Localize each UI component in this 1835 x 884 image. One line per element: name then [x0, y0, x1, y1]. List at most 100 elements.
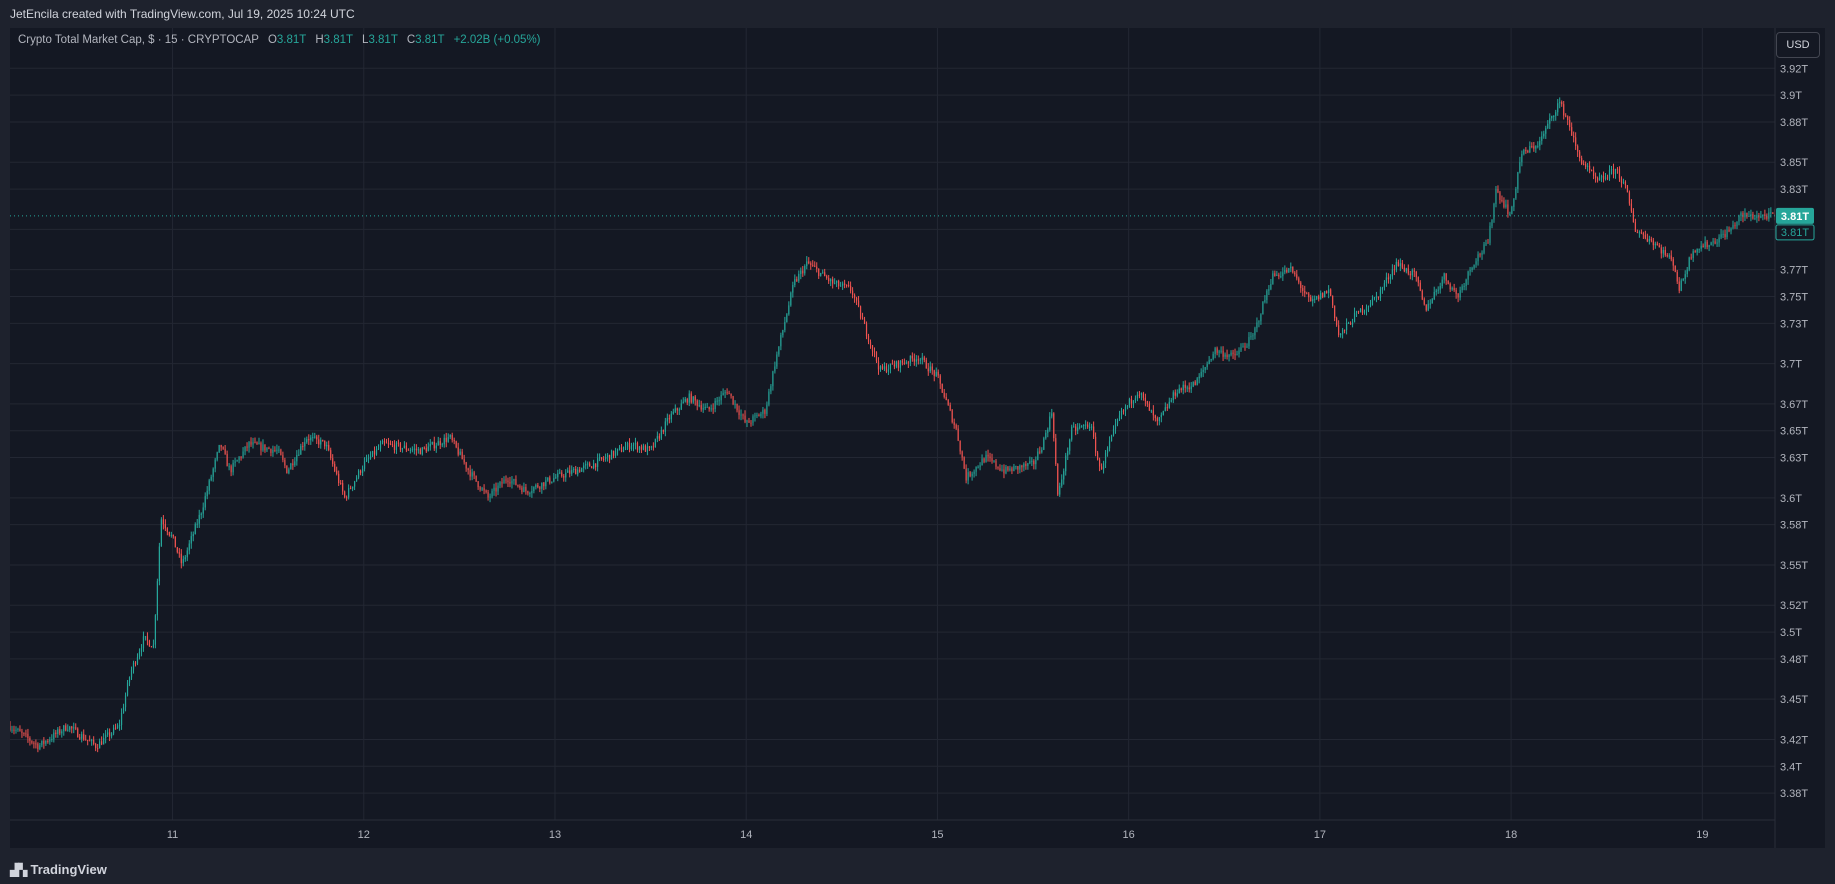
candle-body: [1246, 346, 1248, 348]
candle-body: [1324, 291, 1326, 298]
candle-body: [69, 726, 71, 730]
candle-body: [475, 475, 477, 482]
candle-body: [294, 461, 296, 466]
currency-button[interactable]: USD: [1776, 32, 1820, 58]
candle-body: [1172, 392, 1174, 401]
candle-body: [1772, 212, 1774, 214]
candle-body: [1059, 485, 1061, 495]
candle-body: [49, 739, 51, 742]
candle-body: [1513, 198, 1515, 207]
candle-body: [407, 449, 409, 451]
candle-body: [939, 375, 941, 384]
candle-body: [198, 514, 200, 524]
candle-body: [656, 436, 658, 439]
candle-body: [1748, 215, 1750, 217]
candle-body: [704, 406, 706, 409]
candle-body: [1658, 245, 1660, 248]
candle-body: [79, 737, 81, 739]
candlestick-chart[interactable]: 3.92T3.9T3.88T3.85T3.83T3.8T3.77T3.75T3.…: [10, 28, 1825, 848]
candle-body: [642, 445, 645, 450]
candle-body: [415, 448, 417, 451]
candle-body: [949, 404, 951, 411]
candle-body: [738, 410, 740, 415]
candle-body: [274, 449, 276, 451]
candle-body: [15, 729, 17, 731]
candle-body: [1053, 413, 1055, 439]
candle-body: [768, 391, 770, 405]
x-tick-label: 11: [167, 829, 178, 841]
candle-body: [1150, 410, 1152, 412]
candle-body: [523, 487, 525, 492]
candle-body: [1610, 169, 1613, 171]
chart-frame[interactable]: 3.92T3.9T3.88T3.85T3.83T3.8T3.77T3.75T3.…: [10, 28, 1825, 848]
candle-body: [728, 393, 730, 395]
y-tick-label: 3.7T: [1780, 359, 1802, 371]
candle-body: [1234, 353, 1236, 356]
candle-body: [134, 662, 137, 664]
candle-body: [867, 335, 870, 342]
candle-body: [77, 728, 79, 738]
candle-body: [714, 400, 716, 410]
candle-body: [507, 480, 509, 483]
candle-body: [1439, 286, 1441, 290]
y-tick-label: 3.52T: [1780, 600, 1808, 612]
candle-body: [955, 424, 957, 429]
candle-body: [680, 403, 682, 410]
candle-body: [1316, 296, 1318, 299]
candle-body: [772, 371, 774, 387]
candle-body: [124, 695, 127, 708]
candle-body: [67, 729, 69, 731]
candle-body: [668, 418, 670, 420]
candle-body: [491, 490, 493, 497]
candle-body: [1662, 249, 1664, 254]
candle-body: [696, 400, 698, 406]
candle-body: [871, 345, 874, 352]
candle-body: [965, 468, 967, 481]
candle-body: [1065, 455, 1067, 472]
candle-body: [606, 454, 609, 458]
candle-body: [1770, 212, 1772, 214]
candle-body: [45, 741, 47, 744]
candle-body: [1186, 387, 1188, 389]
candle-body: [533, 487, 535, 492]
candle-body: [814, 265, 816, 267]
candle-body: [204, 496, 206, 508]
candle-body: [1142, 393, 1145, 398]
candle-body: [144, 636, 147, 638]
candle-body: [1343, 329, 1346, 331]
candle-body: [780, 335, 782, 347]
footer-brand[interactable]: ▟▚ TradingView: [10, 862, 107, 877]
candle-body: [1545, 128, 1547, 134]
candle-body: [1041, 449, 1043, 453]
candle-body: [830, 279, 832, 282]
candle-body: [499, 482, 501, 486]
candle-body: [662, 430, 664, 432]
candle-body: [1385, 277, 1388, 284]
candle-body: [1029, 461, 1031, 464]
candle-body: [1017, 466, 1019, 470]
candle-body: [1345, 323, 1348, 330]
candle-body: [1248, 337, 1250, 347]
candle-body: [985, 454, 987, 462]
y-tick-label: 3.73T: [1780, 318, 1808, 330]
candle-body: [1700, 245, 1702, 249]
candle-body: [1007, 466, 1009, 471]
candle-body: [1447, 280, 1449, 284]
candle-body: [1401, 263, 1403, 268]
candle-body: [1515, 188, 1517, 199]
candle-body: [308, 439, 310, 441]
candle-body: [469, 470, 471, 477]
candle-body: [103, 738, 105, 745]
candle-body: [304, 442, 306, 447]
candle-body: [1656, 243, 1658, 246]
candle-body: [1256, 322, 1258, 329]
candle-body: [1304, 290, 1306, 294]
candle-body: [31, 741, 33, 743]
footer-brand-text: TradingView: [30, 862, 107, 877]
candle-body: [1292, 266, 1294, 273]
candle-body: [497, 485, 499, 492]
candle-body: [10, 726, 11, 731]
candle-body: [822, 272, 824, 274]
candle-body: [1023, 463, 1025, 468]
candle-body: [1736, 221, 1738, 227]
